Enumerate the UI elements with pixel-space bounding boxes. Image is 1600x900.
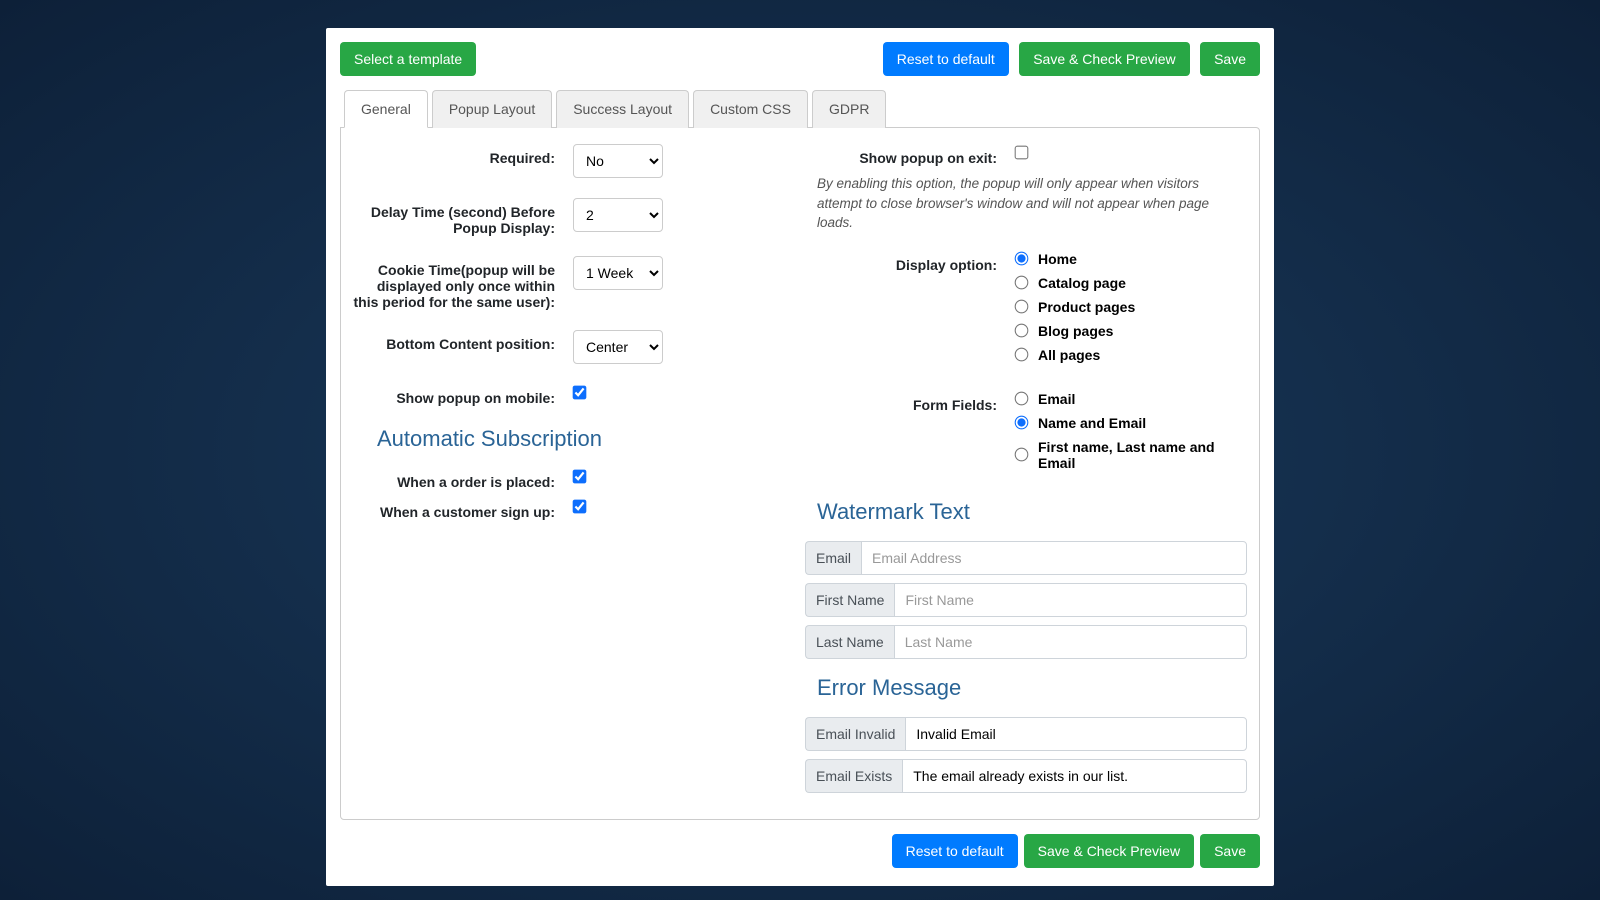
watermark-heading: Watermark Text	[817, 499, 1247, 525]
error-invalid-input[interactable]	[905, 717, 1247, 751]
error-exists-addon: Email Exists	[805, 759, 902, 793]
mobile-label: Show popup on mobile:	[353, 384, 573, 406]
display-option-product[interactable]: Product pages	[1015, 299, 1247, 315]
settings-panel: Select a template Reset to default Save …	[326, 28, 1274, 886]
form-fields-name-email[interactable]: Name and Email	[1015, 415, 1247, 431]
save-button-bottom[interactable]: Save	[1200, 834, 1260, 868]
form-fields-email[interactable]: Email	[1015, 391, 1247, 407]
select-template-button[interactable]: Select a template	[340, 42, 476, 76]
tab-general[interactable]: General	[344, 90, 428, 128]
watermark-firstname-group: First Name	[805, 583, 1247, 617]
topbar: Select a template Reset to default Save …	[340, 42, 1260, 76]
error-invalid-addon: Email Invalid	[805, 717, 905, 751]
exit-checkbox[interactable]	[1015, 146, 1029, 160]
watermark-email-input[interactable]	[861, 541, 1247, 575]
right-column: Show popup on exit: By enabling this opt…	[805, 144, 1247, 801]
row-delay: Delay Time (second) Before Popup Display…	[353, 198, 795, 236]
watermark-lastname-addon: Last Name	[805, 625, 894, 659]
display-option-home[interactable]: Home	[1015, 251, 1247, 267]
row-required: Required: No	[353, 144, 795, 178]
row-mobile: Show popup on mobile:	[353, 384, 795, 406]
row-exit: Show popup on exit:	[805, 144, 1247, 166]
order-placed-checkbox[interactable]	[573, 470, 587, 484]
exit-label: Show popup on exit:	[805, 144, 1015, 166]
watermark-firstname-addon: First Name	[805, 583, 894, 617]
watermark-email-addon: Email	[805, 541, 861, 575]
display-option-group: Home Catalog page Product pages Blog pag…	[1015, 251, 1247, 371]
tabs: General Popup Layout Success Layout Cust…	[340, 90, 1260, 128]
tab-custom-css[interactable]: Custom CSS	[693, 90, 808, 128]
delay-select[interactable]: 2	[573, 198, 663, 232]
bottombar: Reset to default Save & Check Preview Sa…	[340, 834, 1260, 868]
error-heading: Error Message	[817, 675, 1247, 701]
left-column: Required: No Delay Time (second) Before …	[353, 144, 795, 801]
exit-help-text: By enabling this option, the popup will …	[805, 174, 1247, 233]
reset-button-bottom[interactable]: Reset to default	[892, 834, 1018, 868]
watermark-lastname-input[interactable]	[894, 625, 1247, 659]
row-form-fields: Form Fields: Email Name and Email First …	[805, 391, 1247, 479]
bottom-position-label: Bottom Content position:	[353, 330, 573, 352]
watermark-lastname-group: Last Name	[805, 625, 1247, 659]
display-option-blog[interactable]: Blog pages	[1015, 323, 1247, 339]
watermark-firstname-input[interactable]	[894, 583, 1247, 617]
mobile-checkbox[interactable]	[573, 386, 587, 400]
display-option-all[interactable]: All pages	[1015, 347, 1247, 363]
bottom-position-select[interactable]: Center	[573, 330, 663, 364]
tab-body: Required: No Delay Time (second) Before …	[340, 127, 1260, 820]
error-exists-input[interactable]	[902, 759, 1247, 793]
tab-gdpr[interactable]: GDPR	[812, 90, 886, 128]
display-option-label: Display option:	[805, 251, 1015, 273]
form-fields-group: Email Name and Email First name, Last na…	[1015, 391, 1247, 479]
row-cookie: Cookie Time(popup will be displayed only…	[353, 256, 795, 310]
save-button-top[interactable]: Save	[1200, 42, 1260, 76]
delay-label: Delay Time (second) Before Popup Display…	[353, 198, 573, 236]
error-exists-group: Email Exists	[805, 759, 1247, 793]
form-fields-label: Form Fields:	[805, 391, 1015, 413]
required-select[interactable]: No	[573, 144, 663, 178]
order-placed-label: When a order is placed:	[353, 468, 573, 490]
save-preview-button-top[interactable]: Save & Check Preview	[1019, 42, 1189, 76]
tab-popup-layout[interactable]: Popup Layout	[432, 90, 552, 128]
error-invalid-group: Email Invalid	[805, 717, 1247, 751]
cookie-select[interactable]: 1 Week	[573, 256, 663, 290]
row-display-option: Display option: Home Catalog page Produc…	[805, 251, 1247, 371]
row-bottom-position: Bottom Content position: Center	[353, 330, 795, 364]
required-label: Required:	[353, 144, 573, 166]
reset-button-top[interactable]: Reset to default	[883, 42, 1009, 76]
cookie-label: Cookie Time(popup will be displayed only…	[353, 256, 573, 310]
auto-subscription-heading: Automatic Subscription	[377, 426, 795, 452]
row-signup: When a customer sign up:	[353, 498, 795, 520]
signup-label: When a customer sign up:	[353, 498, 573, 520]
display-option-catalog[interactable]: Catalog page	[1015, 275, 1247, 291]
signup-checkbox[interactable]	[573, 500, 587, 514]
watermark-email-group: Email	[805, 541, 1247, 575]
save-preview-button-bottom[interactable]: Save & Check Preview	[1024, 834, 1194, 868]
row-order-placed: When a order is placed:	[353, 468, 795, 490]
tab-success-layout[interactable]: Success Layout	[556, 90, 689, 128]
form-fields-fln-email[interactable]: First name, Last name and Email	[1015, 439, 1247, 471]
